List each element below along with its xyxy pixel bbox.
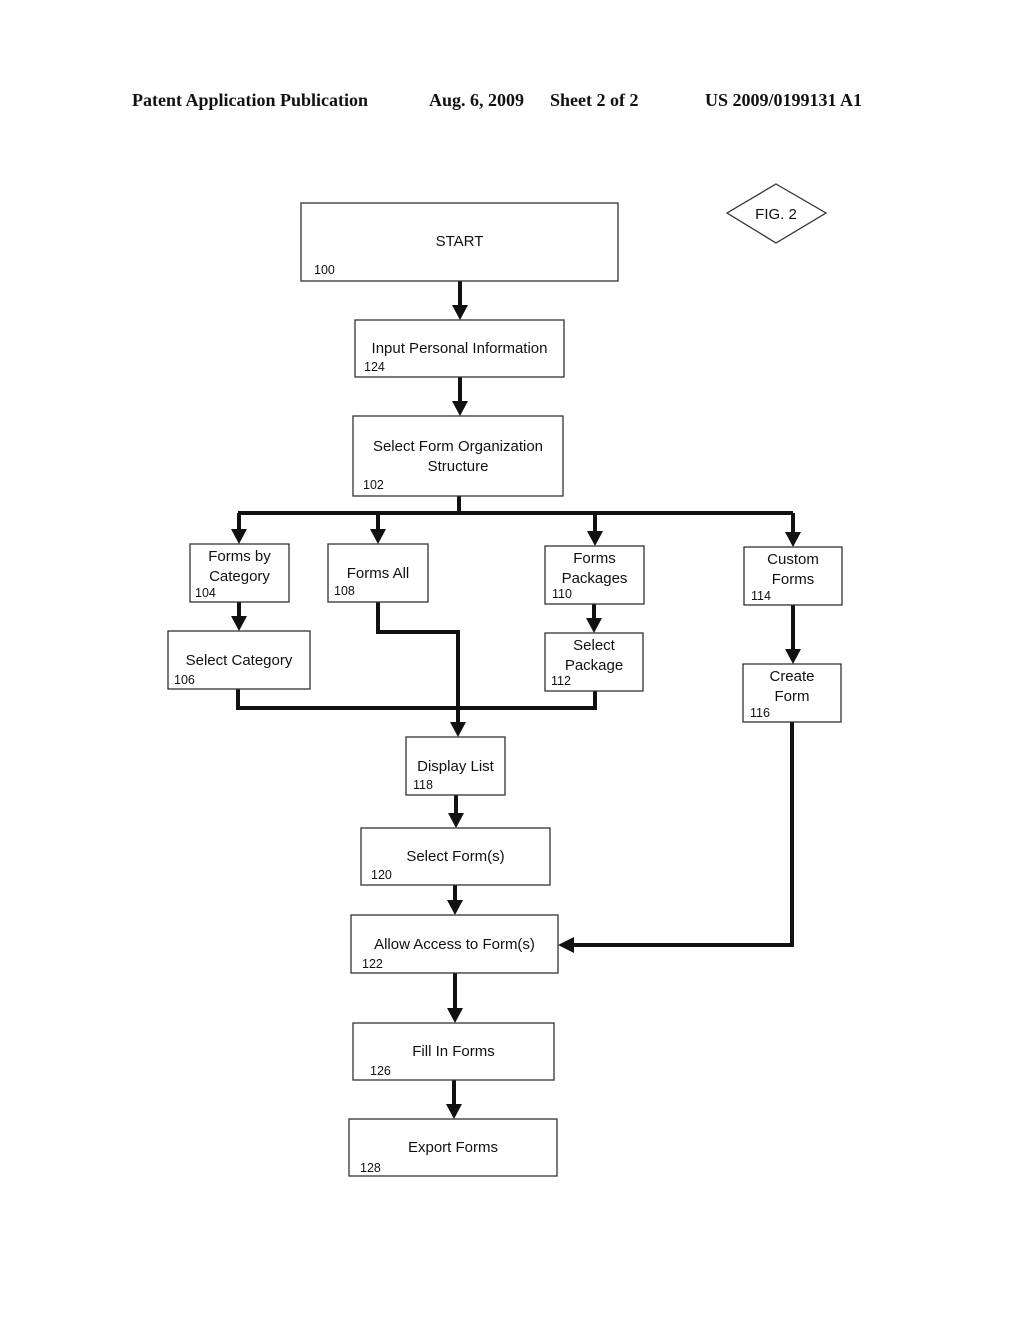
node-reference-number: 118 [413, 778, 433, 792]
edge-122-126 [447, 973, 463, 1023]
node-label: Form [775, 688, 810, 705]
arrowhead-down-icon [447, 900, 463, 915]
node-label: Forms [772, 571, 815, 588]
arrowhead-down-icon [450, 722, 466, 737]
node-label: Structure [428, 458, 489, 475]
arrowhead-down-icon [370, 529, 386, 544]
node-label: Display List [417, 758, 495, 775]
edge-116-122 [558, 722, 794, 953]
arrowhead-left-icon [558, 937, 574, 953]
edge-118-120 [448, 795, 464, 828]
edge-114-116 [785, 605, 801, 664]
figure-label: FIG. 2 [725, 183, 828, 244]
edge-124-102 [452, 377, 468, 416]
node-label: Forms All [347, 565, 410, 582]
flow-node-104: Forms by Category104 [189, 543, 290, 603]
connector-line [376, 602, 460, 723]
edge-102-110 [587, 513, 603, 546]
edge-102-104 [231, 513, 247, 544]
node-reference-number: 116 [750, 706, 770, 720]
flow-node-102: Select Form Organization Structure 102 [352, 415, 564, 497]
edge-100-124 [452, 281, 468, 320]
connector-line [574, 722, 794, 947]
flow-node-110: Forms Packages110 [544, 545, 645, 605]
arrowhead-down-icon [447, 1008, 463, 1023]
node-reference-number: 120 [371, 868, 392, 882]
node-label: Custom [767, 551, 819, 568]
node-label: Forms [573, 550, 616, 567]
node-label: START [436, 233, 484, 250]
node-label: Select [573, 637, 616, 654]
arrowhead-down-icon [785, 649, 801, 664]
node-reference-number: 112 [551, 674, 571, 688]
arrowhead-down-icon [452, 305, 468, 320]
arrowhead-down-icon [785, 532, 801, 547]
node-label: Fill In Forms [412, 1043, 495, 1060]
edge-106-112-merge [236, 689, 597, 710]
flow-node-100: START 100 [300, 202, 619, 282]
flow-node-124: Input Personal Information 124 [354, 319, 565, 378]
node-label: Export Forms [408, 1139, 498, 1156]
flow-node-114: Custom Forms114 [743, 546, 843, 606]
node-reference-number: 104 [195, 586, 216, 600]
flow-node-118: Display List 118 [405, 736, 506, 796]
node-reference-number: 122 [362, 957, 383, 971]
figure-label-text: FIG. 2 [755, 206, 797, 223]
node-label: Allow Access to Form(s) [374, 936, 535, 953]
arrowhead-down-icon [452, 401, 468, 416]
node-reference-number: 126 [370, 1064, 391, 1078]
node-reference-number: 128 [360, 1161, 381, 1175]
node-label: Category [209, 568, 270, 585]
arrowhead-down-icon [231, 616, 247, 631]
arrowhead-down-icon [448, 813, 464, 828]
flow-node-106: Select Category 106 [167, 630, 311, 690]
node-label: Package [565, 657, 623, 674]
node-box [352, 415, 564, 497]
node-label: Input Personal Information [372, 340, 548, 357]
node-reference-number: 114 [751, 589, 771, 603]
flow-node-120: Select Form(s) 120 [360, 827, 551, 886]
edge-120-122 [447, 885, 463, 915]
flow-node-112: Select Package112 [544, 632, 644, 692]
arrowhead-down-icon [586, 618, 602, 633]
flow-node-126: Fill In Forms 126 [352, 1022, 555, 1081]
node-label: Forms by [208, 548, 271, 565]
connector-line [236, 689, 597, 710]
node-reference-number: 108 [334, 584, 355, 598]
edge-108-118 [376, 602, 466, 737]
edge-102-108 [370, 513, 386, 544]
node-label: Select Form(s) [406, 848, 504, 865]
node-reference-number: 110 [552, 587, 572, 601]
node-reference-number: 124 [364, 360, 385, 374]
node-reference-number: 102 [363, 478, 384, 492]
node-label: Create [769, 668, 814, 685]
flow-node-122: Allow Access to Form(s) 122 [350, 914, 559, 974]
edge-104-106 [231, 602, 247, 631]
flow-node-116: Create Form 116 [742, 663, 842, 723]
flow-node-128: Export Forms 128 [348, 1118, 558, 1177]
node-reference-number: 100 [314, 263, 335, 277]
arrowhead-down-icon [231, 529, 247, 544]
node-label: Select Form Organization [373, 438, 543, 455]
connector-line [238, 496, 793, 515]
node-label: Packages [562, 570, 628, 587]
arrowhead-down-icon [446, 1104, 462, 1119]
flowchart: START 100 Input Personal Information 124 Sel… [167, 183, 843, 1177]
node-label: Select Category [186, 652, 293, 669]
edge-102-branch [238, 496, 793, 515]
node-reference-number: 106 [174, 673, 195, 687]
flow-node-108: Forms All 108 [327, 543, 429, 603]
arrowhead-down-icon [587, 531, 603, 546]
edge-102-114 [785, 513, 801, 547]
edge-110-112 [586, 604, 602, 633]
edge-126-128 [446, 1080, 462, 1119]
